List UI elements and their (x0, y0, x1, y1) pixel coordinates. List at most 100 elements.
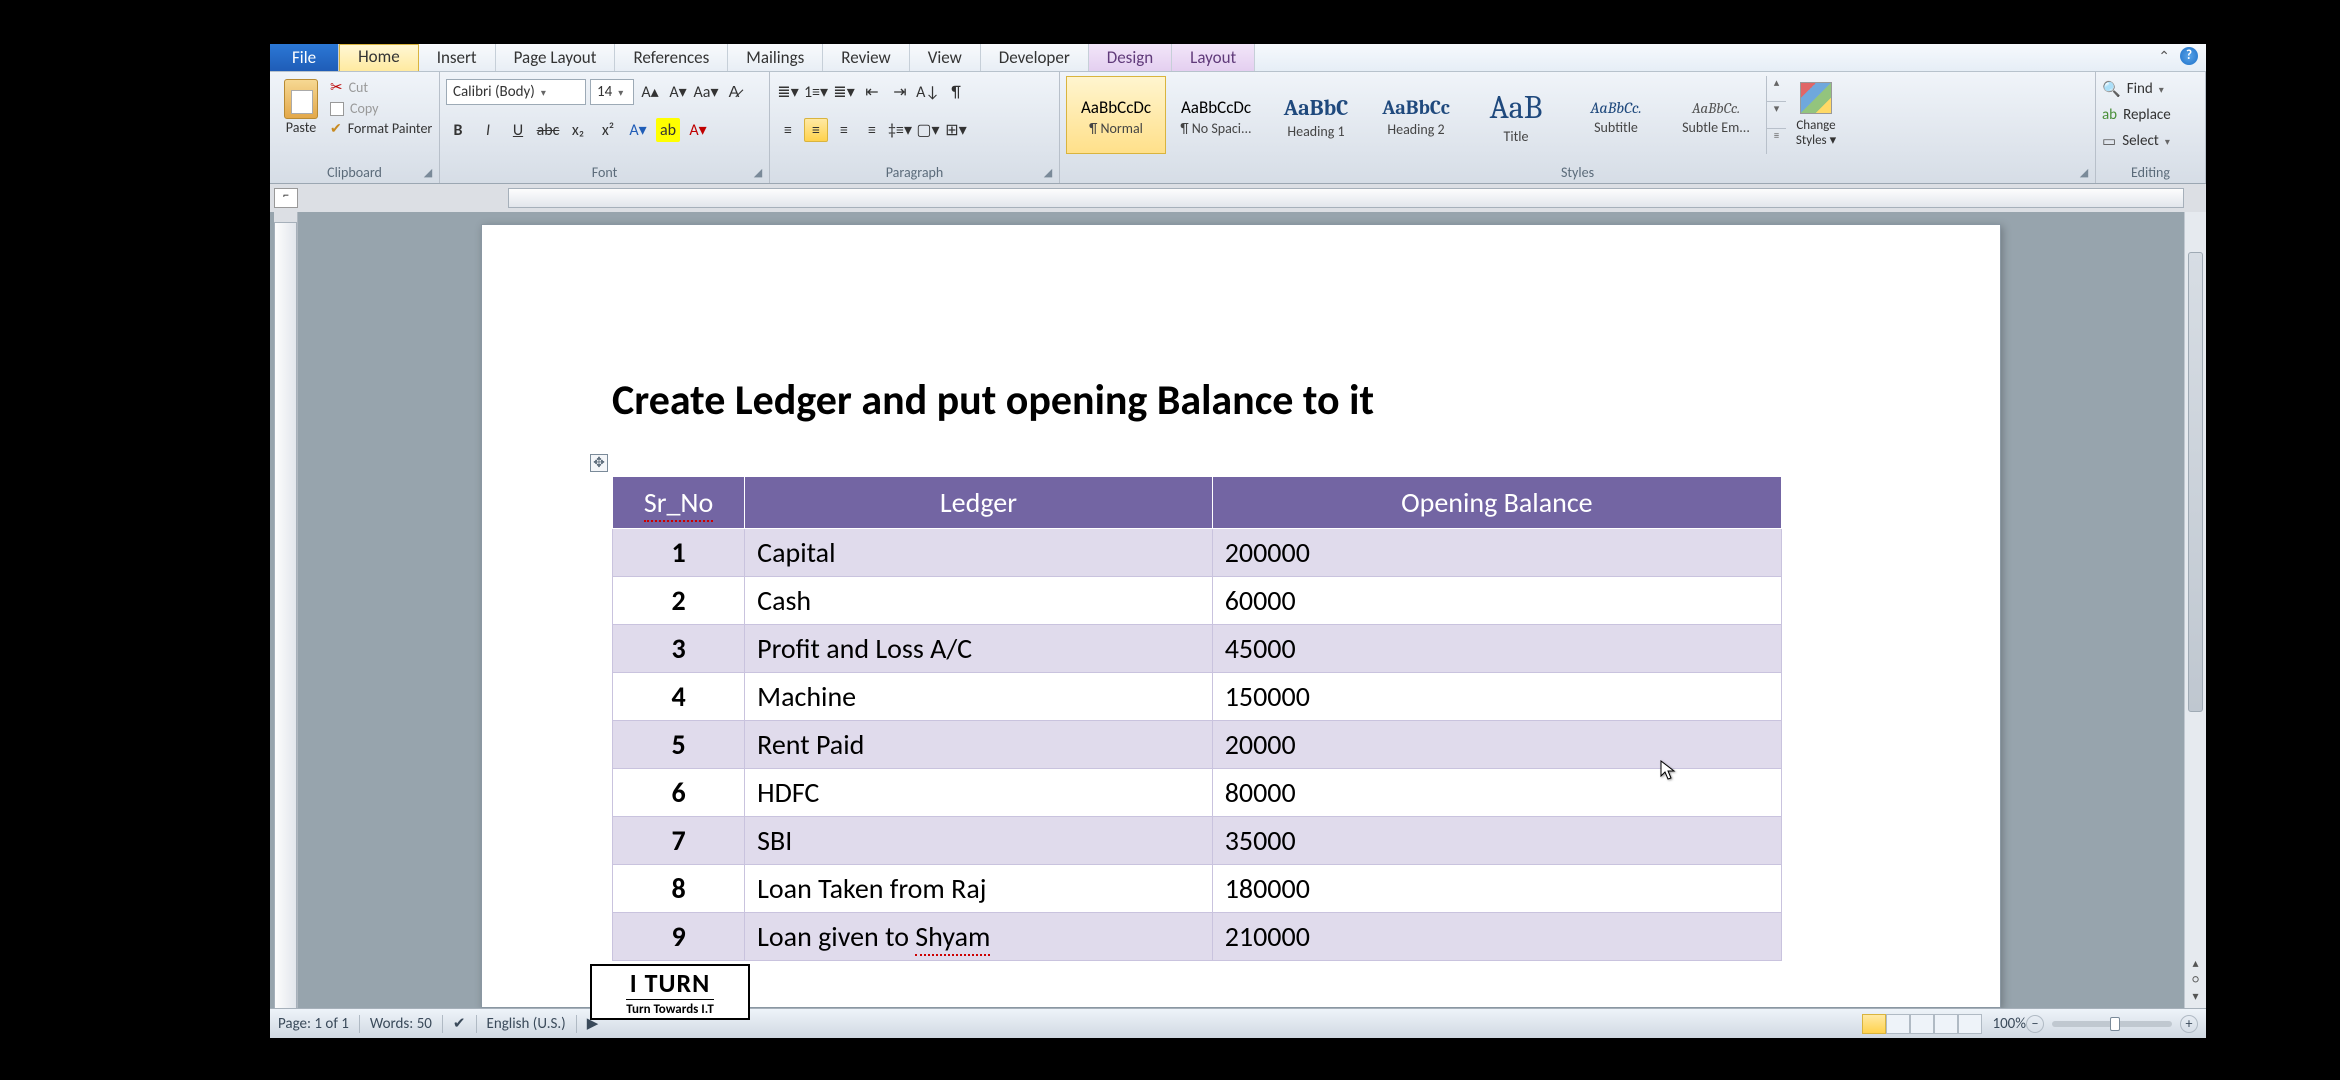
document-title[interactable]: Create Ledger and put opening Balance to… (612, 375, 1870, 426)
increase-indent-button[interactable]: ⇥ (888, 80, 912, 104)
col-opening-balance[interactable]: Opening Balance (1212, 477, 1781, 529)
format-painter-button[interactable]: ✔Format Painter (330, 120, 432, 137)
cell-srno[interactable]: 4 (613, 673, 745, 721)
tab-selector[interactable]: ⌐ (274, 188, 298, 208)
align-left-button[interactable]: ≡ (776, 118, 800, 142)
ruler-vertical[interactable] (274, 212, 298, 1008)
col-srno[interactable]: Sr_No (613, 477, 745, 529)
zoom-slider[interactable] (2052, 1021, 2172, 1027)
cell-srno[interactable]: 8 (613, 865, 745, 913)
table-row[interactable]: 6HDFC80000 (613, 769, 1782, 817)
styles-launcher-icon[interactable]: ◢ (2077, 166, 2091, 180)
cell-ledger[interactable]: SBI (745, 817, 1213, 865)
justify-button[interactable]: ≡ (860, 118, 884, 142)
paste-button[interactable]: Paste (276, 76, 326, 162)
view-print-layout[interactable] (1862, 1014, 1886, 1034)
font-color-button[interactable]: A▾ (686, 118, 710, 142)
cell-srno[interactable]: 5 (613, 721, 745, 769)
tab-insert[interactable]: Insert (419, 44, 496, 71)
shrink-font-button[interactable]: A▾ (666, 80, 690, 104)
table-row[interactable]: 9Loan given to Shyam210000 (613, 913, 1782, 961)
table-move-handle-icon[interactable]: ✥ (590, 454, 608, 472)
style-heading-1[interactable]: AaBbCHeading 1 (1266, 76, 1366, 154)
cell-balance[interactable]: 35000 (1212, 817, 1781, 865)
scrollbar-thumb[interactable] (2188, 252, 2203, 712)
underline-button[interactable]: U (506, 118, 530, 142)
status-words[interactable]: Words: 50 (370, 1015, 432, 1033)
cell-balance[interactable]: 20000 (1212, 721, 1781, 769)
cell-ledger[interactable]: HDFC (745, 769, 1213, 817)
style--normal[interactable]: AaBbCcDc¶ Normal (1066, 76, 1166, 154)
decrease-indent-button[interactable]: ⇤ (860, 80, 884, 104)
tab-layout[interactable]: Layout (1172, 44, 1255, 71)
cell-balance[interactable]: 210000 (1212, 913, 1781, 961)
highlight-button[interactable]: ab (656, 118, 680, 142)
ledger-table[interactable]: Sr_No Ledger Opening Balance 1Capital200… (612, 476, 1782, 961)
table-row[interactable]: 4Machine150000 (613, 673, 1782, 721)
tab-developer[interactable]: Developer (981, 44, 1089, 71)
text-effects-button[interactable]: A▾ (626, 118, 650, 142)
paragraph-launcher-icon[interactable]: ◢ (1041, 166, 1055, 180)
font-name-combo[interactable]: Calibri (Body)▾ (446, 79, 586, 105)
cell-ledger[interactable]: Profit and Loss A/C (745, 625, 1213, 673)
cell-balance[interactable]: 80000 (1212, 769, 1781, 817)
grow-font-button[interactable]: A▴ (638, 80, 662, 104)
tab-mailings[interactable]: Mailings (728, 44, 823, 71)
borders-button[interactable]: ⊞▾ (944, 118, 968, 142)
align-right-button[interactable]: ≡ (832, 118, 856, 142)
cell-ledger[interactable]: Capital (745, 529, 1213, 577)
vertical-scrollbar[interactable]: ▴ ○ ▾ (2184, 212, 2206, 1008)
next-page-icon[interactable]: ▾ (2192, 989, 2198, 1004)
browse-object-icon[interactable]: ○ (2192, 973, 2199, 987)
tab-file[interactable]: File (270, 44, 339, 71)
tab-review[interactable]: Review (823, 44, 909, 71)
cell-srno[interactable]: 3 (613, 625, 745, 673)
superscript-button[interactable]: x² (596, 118, 620, 142)
prev-page-icon[interactable]: ▴ (2192, 956, 2198, 971)
zoom-out-button[interactable]: − (2026, 1015, 2044, 1033)
table-row[interactable]: 3Profit and Loss A/C45000 (613, 625, 1782, 673)
cell-balance[interactable]: 60000 (1212, 577, 1781, 625)
shading-button[interactable]: ▢▾ (916, 118, 940, 142)
font-launcher-icon[interactable]: ◢ (751, 166, 765, 180)
cell-ledger[interactable]: Machine (745, 673, 1213, 721)
view-web[interactable] (1910, 1014, 1934, 1034)
bold-button[interactable]: B (446, 118, 470, 142)
cut-button[interactable]: ✂Cut (330, 78, 432, 97)
minimize-ribbon-icon[interactable]: ⌃ (2158, 48, 2170, 65)
tab-home[interactable]: Home (339, 44, 419, 71)
style-heading-2[interactable]: AaBbCcHeading 2 (1366, 76, 1466, 154)
table-row[interactable]: 1Capital200000 (613, 529, 1782, 577)
cell-srno[interactable]: 2 (613, 577, 745, 625)
cell-srno[interactable]: 7 (613, 817, 745, 865)
change-styles-button[interactable]: Change Styles ▾ (1786, 76, 1846, 154)
tab-page-layout[interactable]: Page Layout (496, 44, 616, 71)
clipboard-launcher-icon[interactable]: ◢ (421, 166, 435, 180)
status-page[interactable]: Page: 1 of 1 (278, 1015, 349, 1033)
subscript-button[interactable]: x₂ (566, 118, 590, 142)
tab-references[interactable]: References (615, 44, 728, 71)
strikethrough-button[interactable]: abc (536, 118, 560, 142)
numbering-button[interactable]: 1≡▾ (804, 80, 828, 104)
cell-ledger[interactable]: Loan Taken from Raj (745, 865, 1213, 913)
select-button[interactable]: ▭Select▾ (2102, 128, 2199, 154)
status-language[interactable]: English (U.S.) (487, 1015, 566, 1033)
styles-gallery-scroll[interactable]: ▴▾≡ (1766, 76, 1786, 154)
style-title[interactable]: AaBTitle (1466, 76, 1566, 154)
change-case-button[interactable]: Aa▾ (694, 80, 718, 104)
sort-button[interactable]: A↓ (916, 80, 940, 104)
style-subtle-em-[interactable]: AaBbCc.Subtle Em... (1666, 76, 1766, 154)
view-outline[interactable] (1934, 1014, 1958, 1034)
help-icon[interactable]: ? (2180, 47, 2198, 65)
tab-design[interactable]: Design (1089, 44, 1172, 71)
find-button[interactable]: 🔍Find▾ (2102, 76, 2199, 102)
bullets-button[interactable]: ≣▾ (776, 80, 800, 104)
cell-srno[interactable]: 1 (613, 529, 745, 577)
table-row[interactable]: 5Rent Paid20000 (613, 721, 1782, 769)
cell-ledger[interactable]: Loan given to Shyam (745, 913, 1213, 961)
zoom-handle[interactable] (2110, 1017, 2120, 1031)
view-draft[interactable] (1958, 1014, 1982, 1034)
show-marks-button[interactable]: ¶ (944, 80, 968, 104)
table-row[interactable]: 2Cash60000 (613, 577, 1782, 625)
cell-srno[interactable]: 9 (613, 913, 745, 961)
